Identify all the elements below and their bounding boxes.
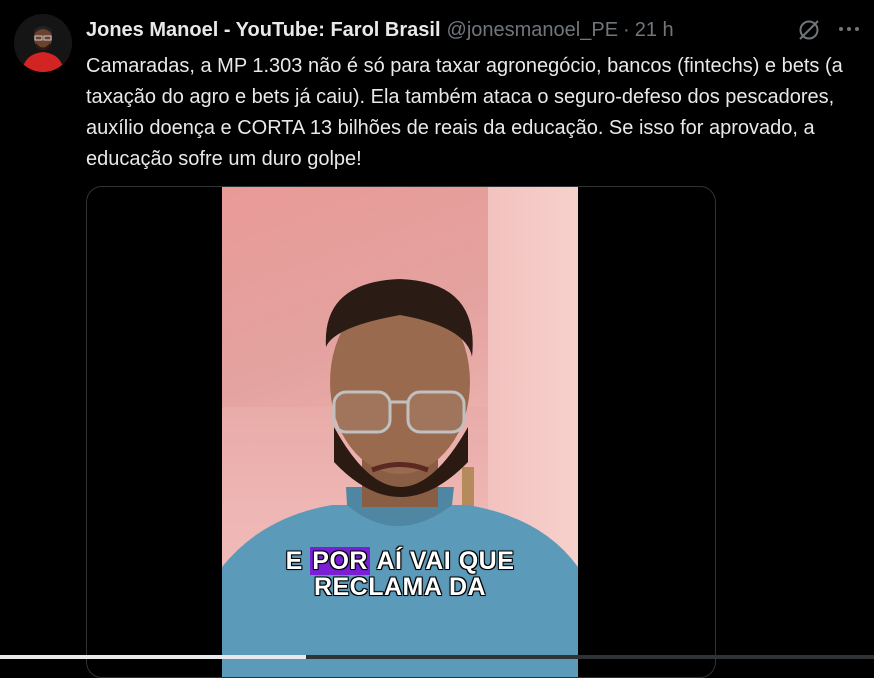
video-frame[interactable]: E POR AÍ VAI QUE RECLAMA DA	[222, 187, 578, 677]
caption-word-start: E	[285, 547, 303, 575]
author-handle[interactable]: @jonesmanoel_PE	[447, 19, 619, 42]
video-caption-line2: RECLAMA DA	[313, 573, 487, 601]
tweet-timestamp[interactable]: 21 h	[635, 19, 674, 42]
tweet-header: Jones Manoel - YouTube: Farol Brasil @jo…	[86, 17, 674, 43]
video-player[interactable]: E POR AÍ VAI QUE RECLAMA DA	[86, 186, 716, 678]
video-progress-fill	[0, 655, 306, 659]
author-name[interactable]: Jones Manoel - YouTube: Farol Brasil	[86, 19, 441, 42]
author-avatar[interactable]	[14, 14, 72, 72]
avatar-image	[14, 14, 72, 72]
separator-dot: ·	[623, 18, 630, 41]
more-horizontal-icon[interactable]	[836, 16, 862, 42]
caption-highlight: POR	[310, 547, 370, 575]
tweet-text: Camaradas, a MP 1.303 não é só para taxa…	[86, 55, 843, 170]
caption-word-end: AÍ VAI QUE	[376, 547, 515, 575]
grok-icon[interactable]	[796, 17, 822, 43]
video-progress-bar[interactable]	[0, 655, 874, 659]
video-person	[222, 279, 578, 677]
video-caption-line1: E POR AÍ VAI QUE	[222, 547, 578, 576]
